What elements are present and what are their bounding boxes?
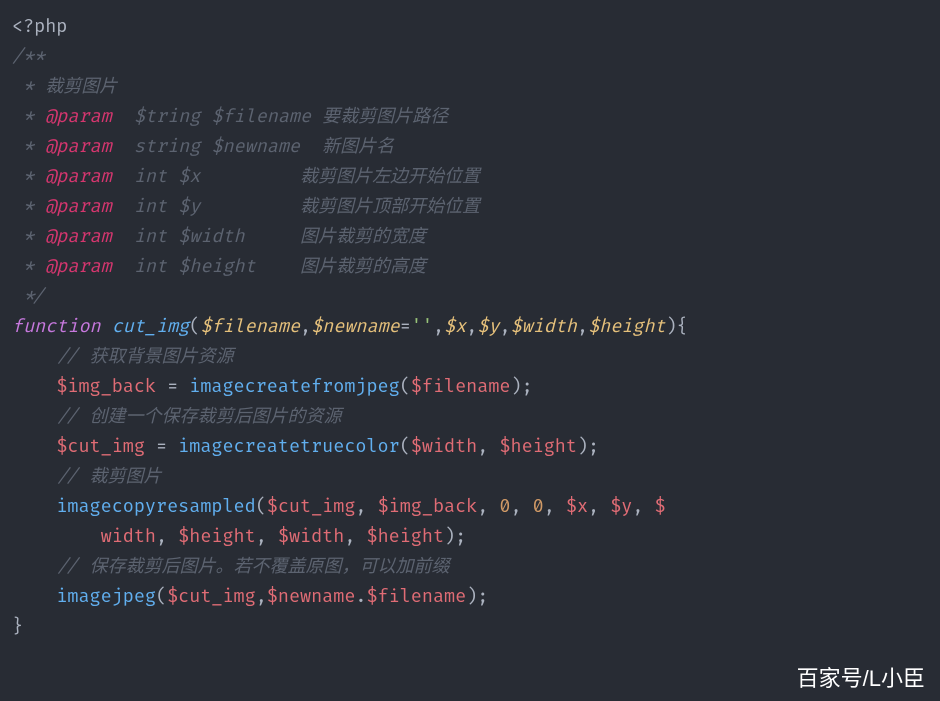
close-brace: }: [12, 615, 23, 638]
comment: // 创建一个保存裁剪后图片的资源: [56, 405, 341, 428]
docblock-close: */: [12, 285, 45, 308]
watermark: 百家号/L小臣: [797, 661, 925, 693]
param-tag: @param: [45, 195, 111, 218]
docblock-title: * 裁剪图片: [12, 75, 117, 98]
param-tag: @param: [45, 255, 111, 278]
var-img-back: $img_back: [56, 375, 156, 398]
comment: // 裁剪图片: [56, 465, 161, 488]
comment: // 获取背景图片资源: [56, 345, 233, 368]
fn-imagecopyresampled: imagecopyresampled: [56, 495, 255, 518]
param-y: $y: [477, 315, 499, 338]
function-keyword: function: [12, 315, 101, 338]
param-newname: $newname: [311, 315, 400, 338]
fn-imagecreatefromjpeg: imagecreatefromjpeg: [189, 375, 399, 398]
param-tag: @param: [45, 165, 111, 188]
fn-imagejpeg: imagejpeg: [56, 585, 156, 608]
param-filename: $filename: [200, 315, 300, 338]
param-width: $width: [511, 315, 577, 338]
param-height: $height: [588, 315, 666, 338]
function-name: cut_img: [112, 315, 190, 338]
php-open-tag: <?php: [12, 15, 67, 38]
fn-imagecreatetruecolor: imagecreatetruecolor: [178, 435, 400, 458]
param-tag: @param: [45, 225, 111, 248]
var-cut-img: $cut_img: [56, 435, 145, 458]
docblock-open: /**: [12, 45, 45, 68]
param-tag: @param: [45, 105, 111, 128]
code-block: <?php /** * 裁剪图片 * @param $tring $filena…: [0, 0, 940, 654]
comment: // 保存裁剪后图片。若不覆盖原图，可以加前缀: [56, 555, 449, 578]
param-tag: @param: [45, 135, 111, 158]
param-x: $x: [444, 315, 466, 338]
